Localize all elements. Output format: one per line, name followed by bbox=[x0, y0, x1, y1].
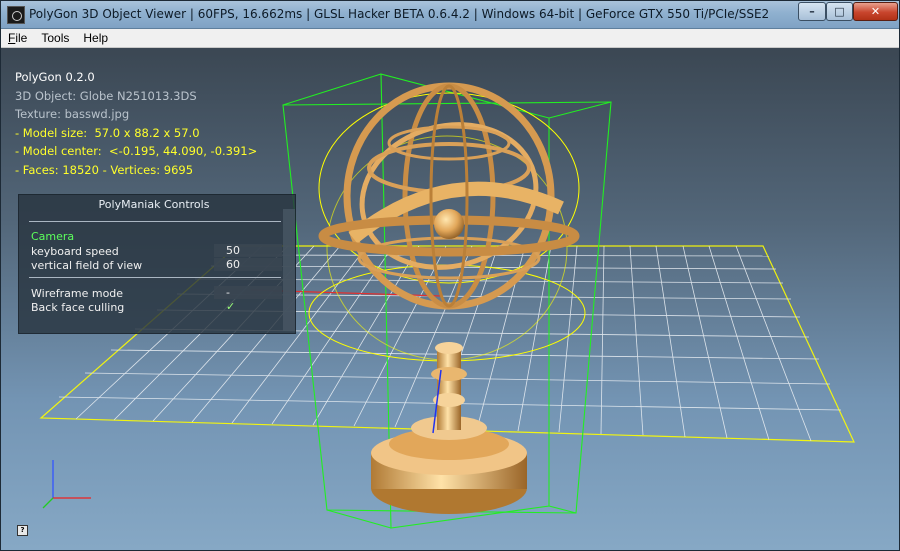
model-center: - Model center: <-0.195, 44.090, -0.391> bbox=[15, 144, 258, 158]
panel-divider-2 bbox=[29, 277, 281, 278]
keyboard-speed-row: keyboard speed 50 bbox=[31, 244, 282, 258]
camera-section-header: Camera bbox=[31, 230, 75, 243]
backface-label: Back face culling bbox=[31, 301, 125, 314]
app-icon bbox=[7, 6, 25, 24]
fov-label: vertical field of view bbox=[31, 259, 143, 272]
menu-file-rest: ile bbox=[15, 31, 28, 45]
keyboard-speed-label: keyboard speed bbox=[31, 245, 119, 258]
controls-panel: PolyManiak Controls Camera keyboard spee… bbox=[18, 194, 296, 334]
backface-checkbox[interactable]: ✓ bbox=[214, 300, 282, 313]
maximize-button[interactable]: □ bbox=[826, 2, 853, 21]
faces-vertices: - Faces: 18520 - Vertices: 9695 bbox=[15, 162, 194, 177]
app-version: PolyGon 0.2.0 bbox=[15, 70, 95, 84]
menu-help[interactable]: Help bbox=[76, 29, 115, 47]
window-title: PolyGon 3D Object Viewer | 60FPS, 16.662… bbox=[29, 7, 770, 21]
title-bar[interactable]: PolyGon 3D Object Viewer | 60FPS, 16.662… bbox=[1, 1, 899, 29]
wireframe-label: Wireframe mode bbox=[31, 287, 124, 300]
fov-field[interactable]: 60 bbox=[214, 258, 282, 271]
help-button[interactable]: ? bbox=[17, 525, 28, 536]
backface-row: Back face culling ✓ bbox=[31, 300, 282, 314]
model-size: - Model size: 57.0 x 88.2 x 57.0 bbox=[15, 125, 200, 140]
app-window: PolyGon 3D Object Viewer | 60FPS, 16.662… bbox=[0, 0, 900, 551]
panel-title: PolyManiak Controls bbox=[98, 198, 210, 211]
texture-name: Texture: basswd.jpg bbox=[15, 107, 130, 121]
fov-row: vertical field of view 60 bbox=[31, 258, 282, 272]
object-name: 3D Object: Globe N251013.3DS bbox=[15, 88, 197, 103]
menu-tools[interactable]: Tools bbox=[34, 29, 76, 47]
3d-viewport[interactable]: PolyGon 0.2.0 3D Object: Globe N251013.3… bbox=[1, 48, 899, 550]
axis-gizmo bbox=[42, 460, 91, 509]
wireframe-row: Wireframe mode - bbox=[31, 286, 282, 300]
panel-divider bbox=[29, 221, 281, 222]
keyboard-speed-field[interactable]: 50 bbox=[214, 244, 282, 257]
close-button[interactable]: ✕ bbox=[853, 2, 898, 21]
minimize-button[interactable]: – bbox=[798, 2, 826, 21]
panel-scrollbar[interactable] bbox=[283, 209, 295, 331]
model-info-overlay: PolyGon 0.2.0 3D Object: Globe N251013.3… bbox=[15, 68, 257, 179]
menu-file[interactable]: File bbox=[1, 29, 34, 47]
menu-bar: File Tools Help bbox=[1, 29, 899, 48]
wireframe-toggle[interactable]: - bbox=[214, 286, 282, 299]
